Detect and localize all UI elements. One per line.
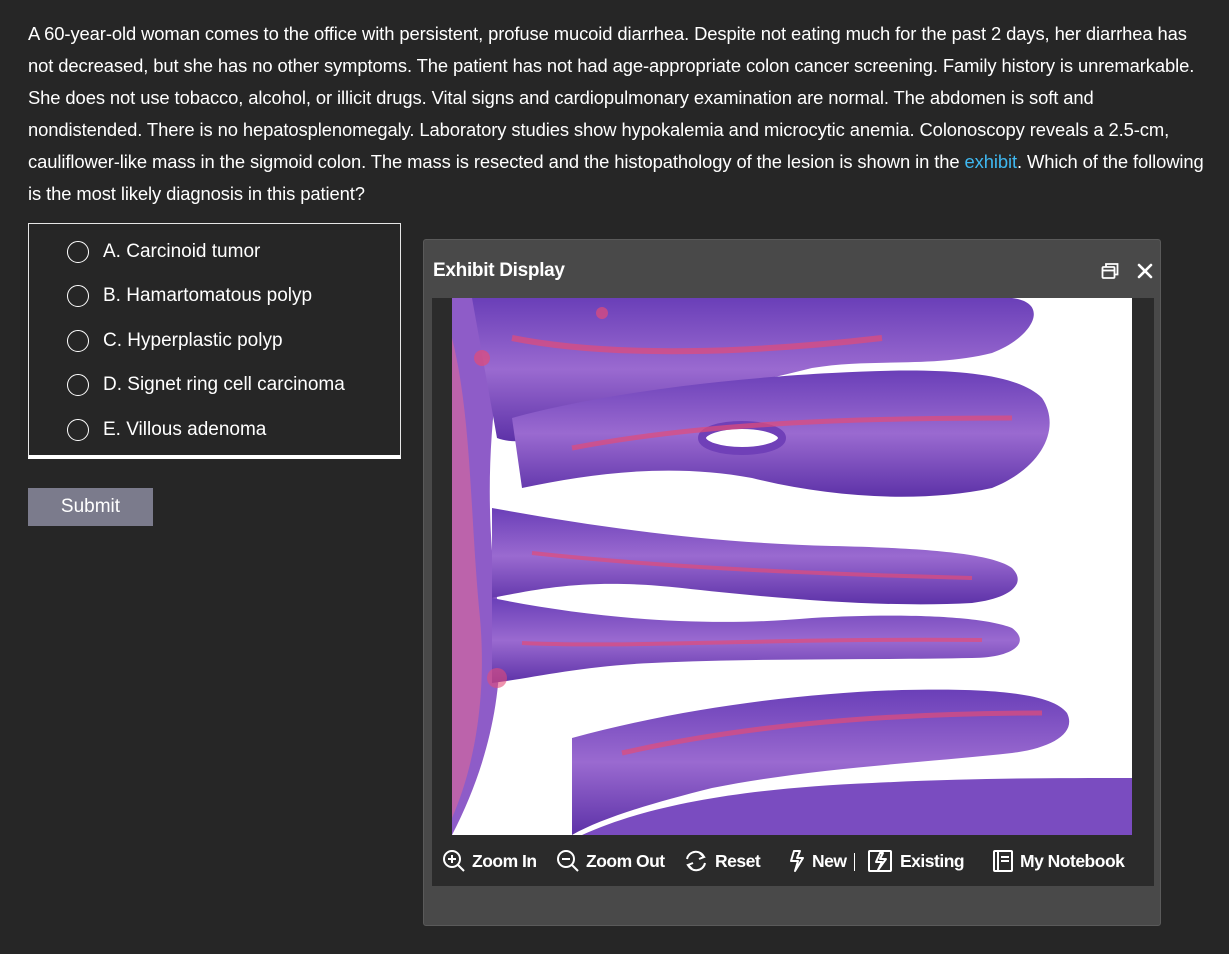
zoom-in-label: Zoom In: [472, 850, 537, 871]
new-flashcard-button[interactable]: New: [788, 848, 847, 874]
question-text-before: A 60-year-old woman comes to the office …: [28, 23, 1195, 172]
exhibit-title: Exhibit Display: [433, 260, 565, 281]
choice-label: A. Carcinoid tumor: [103, 241, 261, 262]
magnifier-plus-icon: [443, 850, 465, 872]
flashcard-icon: [790, 850, 804, 872]
submit-button[interactable]: Submit: [28, 488, 153, 526]
close-icon[interactable]: [1134, 260, 1156, 282]
radio-button[interactable]: [67, 419, 89, 441]
magnifier-minus-icon: [557, 850, 579, 872]
choice-label: C. Hyperplastic polyp: [103, 330, 283, 351]
reset-button[interactable]: Reset: [683, 848, 761, 874]
histopathology-image[interactable]: [452, 298, 1132, 835]
choice-c[interactable]: C. Hyperplastic polyp: [67, 326, 283, 356]
choice-label: D. Signet ring cell carcinoma: [103, 374, 345, 395]
window-restore-icon[interactable]: [1099, 260, 1121, 282]
flashcard-box-icon: [868, 850, 892, 872]
existing-label: Existing: [900, 850, 965, 871]
zoom-out-label: Zoom Out: [586, 850, 665, 871]
zoom-in-button[interactable]: Zoom In: [442, 848, 537, 874]
radio-button[interactable]: [67, 285, 89, 307]
choice-label: B. Hamartomatous polyp: [103, 285, 313, 306]
radio-button[interactable]: [67, 374, 89, 396]
choice-d[interactable]: D. Signet ring cell carcinoma: [67, 370, 345, 400]
radio-button[interactable]: [67, 241, 89, 263]
exhibit-header[interactable]: Exhibit Display: [424, 240, 1160, 298]
choice-b[interactable]: B. Hamartomatous polyp: [67, 281, 312, 311]
notebook-label: My Notebook: [1020, 850, 1125, 871]
choice-a[interactable]: A. Carcinoid tumor: [67, 237, 260, 267]
answer-choices: A. Carcinoid tumor B. Hamartomatous poly…: [28, 223, 401, 459]
choice-e[interactable]: E. Villous adenoma: [67, 415, 266, 445]
notebook-icon: [993, 850, 1013, 872]
my-notebook-button[interactable]: My Notebook: [992, 848, 1125, 874]
refresh-icon: [686, 850, 706, 872]
existing-flashcard-button[interactable]: Existing: [866, 848, 965, 874]
question-stem: A 60-year-old woman comes to the office …: [28, 18, 1208, 210]
exhibit-link[interactable]: exhibit: [965, 151, 1018, 172]
reset-label: Reset: [715, 850, 761, 871]
zoom-out-button[interactable]: Zoom Out: [556, 848, 665, 874]
radio-button[interactable]: [67, 330, 89, 352]
new-label: New: [812, 850, 847, 871]
choice-label: E. Villous adenoma: [103, 419, 267, 440]
toolbar-divider: [854, 853, 855, 871]
exhibit-body: Zoom In Zoom Out Reset New Existing My N…: [432, 298, 1154, 886]
exhibit-toolbar: Zoom In Zoom Out Reset New Existing My N…: [432, 841, 1154, 881]
exhibit-panel: Exhibit Display Zoom In Zoom Out Reset N…: [423, 239, 1161, 926]
